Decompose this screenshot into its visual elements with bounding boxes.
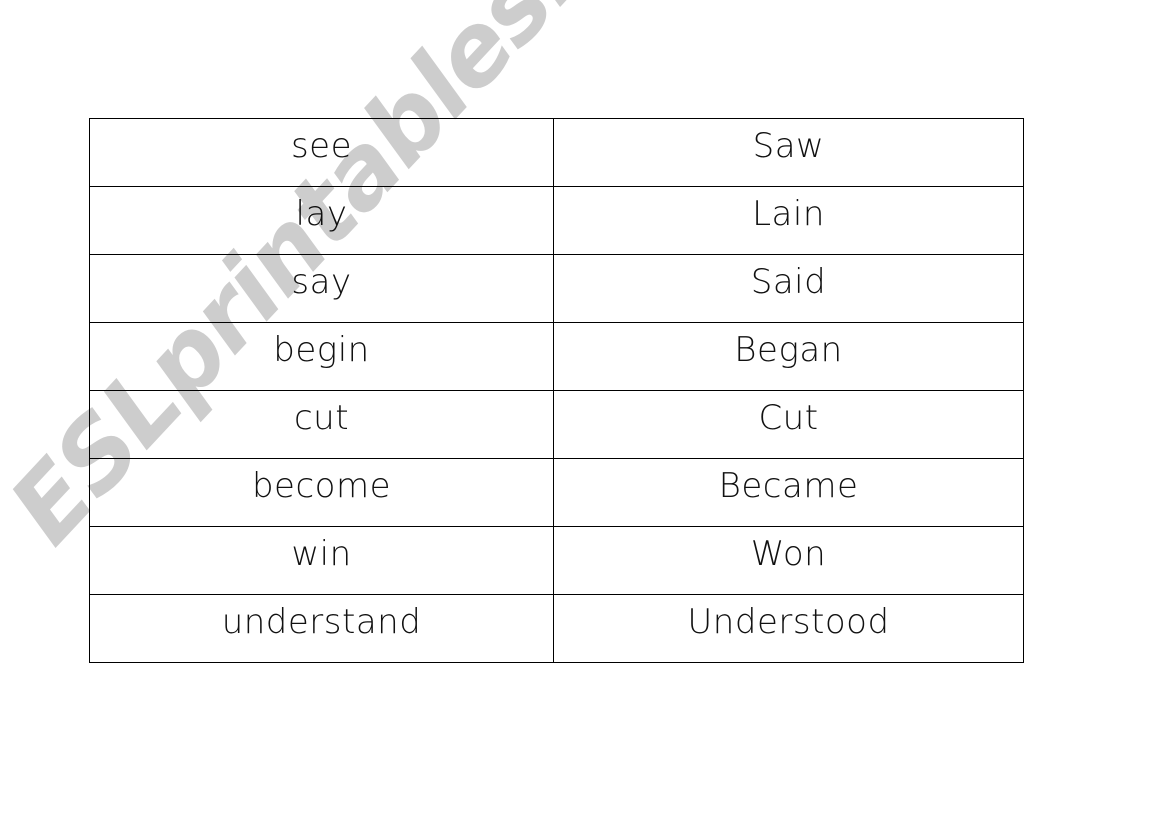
base-form-cell: lay	[89, 186, 554, 255]
past-form-cell: Saw	[553, 118, 1024, 187]
table-row: win Won	[89, 526, 1024, 595]
past-form-cell: Began	[553, 322, 1024, 391]
table-row: begin Began	[89, 322, 1024, 391]
table-row: become Became	[89, 458, 1024, 527]
past-form-cell: Cut	[553, 390, 1024, 459]
table-row: see Saw	[89, 118, 1024, 187]
table-row: understand Understood	[89, 594, 1024, 663]
base-form-cell: see	[89, 118, 554, 187]
verb-table: see Saw lay Lain say Said begin Began cu…	[89, 118, 1024, 663]
base-form-cell: win	[89, 526, 554, 595]
past-form-cell: Lain	[553, 186, 1024, 255]
worksheet-page: see Saw lay Lain say Said begin Began cu…	[0, 0, 1169, 821]
base-form-cell: understand	[89, 594, 554, 663]
base-form-cell: begin	[89, 322, 554, 391]
past-form-cell: Became	[553, 458, 1024, 527]
table-row: lay Lain	[89, 186, 1024, 255]
past-form-cell: Understood	[553, 594, 1024, 663]
base-form-cell: become	[89, 458, 554, 527]
past-form-cell: Won	[553, 526, 1024, 595]
table-row: cut Cut	[89, 390, 1024, 459]
base-form-cell: cut	[89, 390, 554, 459]
table-row: say Said	[89, 254, 1024, 323]
base-form-cell: say	[89, 254, 554, 323]
past-form-cell: Said	[553, 254, 1024, 323]
